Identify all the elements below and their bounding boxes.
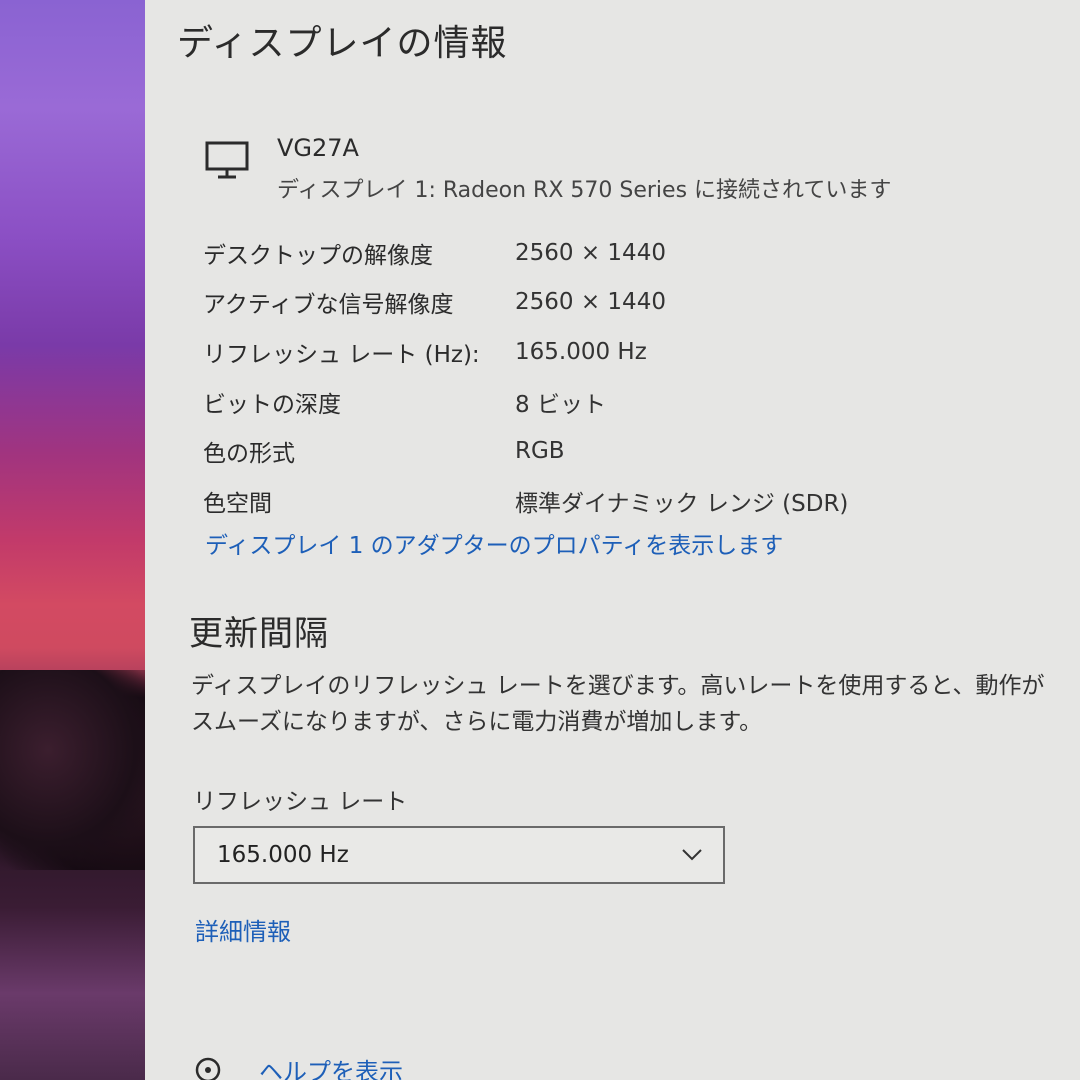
info-label: デスクトップの解像度	[203, 242, 433, 269]
refresh-section-description: ディスプレイのリフレッシュ レートを選びます。高いレートを使用すると、動作がスム…	[191, 673, 1045, 735]
info-value: 165.000 Hz	[515, 338, 647, 365]
refresh-rate-dropdown[interactable]: 165.000 Hz	[193, 826, 725, 884]
monitor-icon	[205, 141, 249, 179]
info-value: RGB	[515, 438, 565, 465]
help-icon	[195, 1057, 221, 1080]
info-row-desktop-resolution: デスクトップの解像度 2560 × 1440	[203, 228, 1023, 278]
display-info-table: デスクトップの解像度 2560 × 1440 アクティブな信号解像度 2560 …	[203, 228, 1023, 526]
info-label: 色空間	[203, 490, 272, 517]
help-link[interactable]: ヘルプを表示	[259, 1052, 403, 1080]
info-row-color-format: 色の形式 RGB	[203, 426, 1023, 476]
info-row-refresh-rate: リフレッシュ レート (Hz): 165.000 Hz	[203, 327, 1023, 377]
details-link[interactable]: 詳細情報	[195, 912, 291, 947]
wallpaper-rocks	[0, 670, 160, 870]
info-row-active-signal-resolution: アクティブな信号解像度 2560 × 1440	[203, 278, 1023, 328]
info-value: 標準ダイナミック レンジ (SDR)	[515, 490, 849, 517]
adapter-properties-link[interactable]: ディスプレイ 1 のアダプターのプロパティを表示します	[205, 526, 783, 560]
info-value: 2560 × 1440	[515, 239, 666, 266]
monitor-connection-text: ディスプレイ 1: Radeon RX 570 Series に接続されています	[277, 178, 892, 203]
info-row-bit-depth: ビットの深度 8 ビット	[203, 377, 1023, 427]
info-label: リフレッシュ レート (Hz):	[203, 341, 480, 368]
display-info-panel: ディスプレイの情報 VG27A ディスプレイ 1: Radeon RX 570 …	[145, 0, 1080, 1080]
info-label: ビットの深度	[203, 391, 341, 418]
refresh-rate-dropdown-value: 165.000 Hz	[217, 842, 349, 868]
info-label: 色の形式	[203, 441, 295, 468]
desktop-wallpaper	[0, 0, 160, 1080]
info-value: 2560 × 1440	[515, 289, 666, 316]
info-row-color-space: 色空間 標準ダイナミック レンジ (SDR)	[203, 476, 1023, 526]
refresh-rate-dropdown-label: リフレッシュ レート	[193, 789, 408, 815]
info-label: アクティブな信号解像度	[203, 292, 454, 319]
refresh-section-title: 更新間隔	[189, 614, 329, 654]
monitor-name: VG27A	[277, 134, 359, 162]
chevron-down-icon	[682, 849, 702, 861]
page-title: ディスプレイの情報	[177, 23, 508, 64]
help-row[interactable]: ヘルプを表示	[195, 1052, 403, 1080]
info-value: 8 ビット	[515, 391, 606, 418]
